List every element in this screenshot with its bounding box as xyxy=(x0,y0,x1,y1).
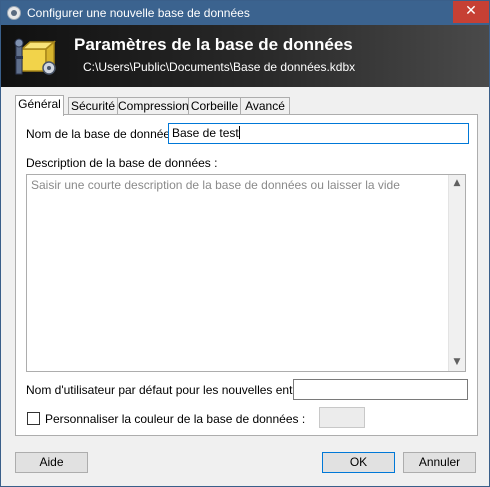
help-button[interactable]: Aide xyxy=(15,452,88,473)
default-username-label: Nom d'utilisateur par défaut pour les no… xyxy=(26,383,323,397)
keepass-lock-icon xyxy=(7,6,21,20)
header-banner: Paramètres de la base de données C:\User… xyxy=(1,25,489,87)
tab-advanced[interactable]: Avancé xyxy=(240,97,290,115)
general-tab-panel: Nom de la base de données : Base de test… xyxy=(15,114,478,436)
default-username-input[interactable] xyxy=(293,379,468,400)
cancel-button[interactable]: Annuler xyxy=(403,452,476,473)
database-name-input[interactable]: Base de test xyxy=(168,123,469,144)
page-title: Paramètres de la base de données xyxy=(74,35,353,54)
window-title: Configurer une nouvelle base de données xyxy=(27,6,250,20)
description-label: Description de la base de données : xyxy=(26,156,218,170)
tab-general[interactable]: Général xyxy=(15,95,64,116)
dialog-window: Configurer une nouvelle base de données … xyxy=(0,0,490,487)
description-scrollbar[interactable]: ▲ ▼ xyxy=(448,175,465,371)
database-settings-icon xyxy=(14,38,56,75)
database-name-value: Base de test xyxy=(172,126,239,140)
title-bar[interactable]: Configurer une nouvelle base de données … xyxy=(1,1,489,25)
scroll-down-icon[interactable]: ▼ xyxy=(449,354,465,371)
custom-color-checkbox[interactable] xyxy=(27,412,40,425)
ok-button[interactable]: OK xyxy=(322,452,395,473)
tab-compression[interactable]: Compression xyxy=(117,97,189,115)
close-button[interactable]: ✕ xyxy=(453,1,489,23)
description-placeholder: Saisir une courte description de la base… xyxy=(31,178,400,192)
color-picker-button[interactable] xyxy=(319,407,365,428)
tab-security[interactable]: Sécurité xyxy=(68,97,118,115)
scroll-up-icon[interactable]: ▲ xyxy=(449,175,465,192)
database-name-label: Nom de la base de données : xyxy=(26,127,183,141)
custom-color-label[interactable]: Personnaliser la couleur de la base de d… xyxy=(45,412,305,426)
text-caret xyxy=(238,126,240,139)
description-textarea[interactable]: Saisir une courte description de la base… xyxy=(26,174,466,372)
tab-recycle-bin[interactable]: Corbeille xyxy=(188,97,241,115)
database-path: C:\Users\Public\Documents\Base de donnée… xyxy=(83,60,356,74)
